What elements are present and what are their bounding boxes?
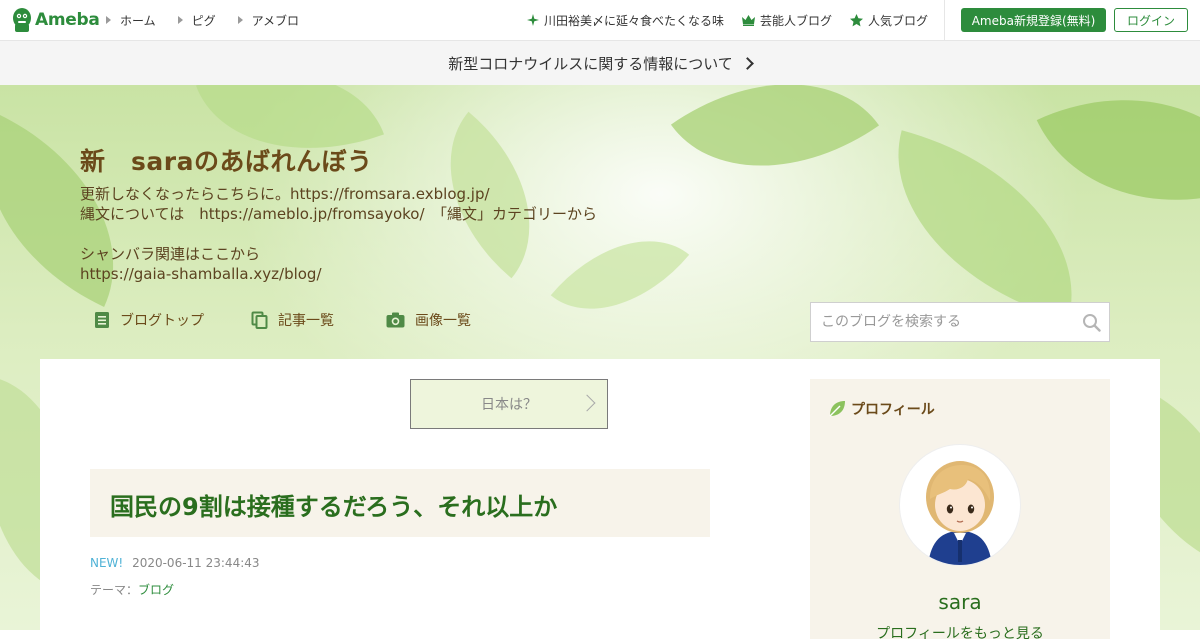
crown-icon [741,14,755,26]
chevron-right-icon [578,394,596,412]
login-button[interactable]: ログイン [1114,8,1188,32]
entry-date: 2020-06-11 23:44:43 [132,556,260,570]
register-button[interactable]: Ameba新規登録(無料) [961,8,1106,32]
description-line: 縄文については https://ameblo.jp/fromsayoko/ 「縄… [80,205,598,223]
description-line [80,224,597,244]
copy-icon [251,311,268,329]
description-line: 更新しなくなったらこちらに。https://fromsara.exblog.jp… [80,185,490,203]
notice-text: 新型コロナウイルスに関する情報について [448,54,733,73]
image-list-label: 画像一覧 [415,313,471,329]
new-badge: NEW! [90,556,124,570]
theme-button-label: 日本は？ [481,397,537,413]
entry-list-link[interactable]: 記事一覧 [251,310,334,330]
nav-pigg-label: ピグ [191,13,216,28]
blog-title[interactable]: 新 saraのあばれんぼう [80,142,372,178]
triangle-right-icon [106,16,111,24]
nav-ameblo-label: アメブロ [251,13,300,28]
document-icon [95,312,109,328]
popular-blog-link[interactable]: 人気ブログ [849,12,928,29]
entry-theme-prefix: テーマ： [90,583,139,597]
ameba-logo[interactable]: Ameba [12,6,100,34]
trending-label: 川田裕美〆に延々食べたくなる味 [543,13,724,28]
logo-text: Ameba [35,10,100,30]
celebrity-blog-link[interactable]: 芸能人ブログ [741,12,832,29]
profile-name[interactable]: sara [810,590,1110,614]
top-nav: ホーム ピグ アメブロ [106,0,321,40]
blog-description: 更新しなくなったらこちらに。https://fromsara.exblog.jp… [80,184,597,284]
entry-list-label: 記事一覧 [278,313,334,329]
nav-ameblo-link[interactable]: アメブロ [237,12,300,29]
avatar-illustration [926,461,994,565]
blog-nav: ブログトップ 記事一覧 画像一覧 [94,310,471,330]
blog-top-link[interactable]: ブログトップ [94,310,204,330]
search-input[interactable] [811,303,1081,341]
avatar[interactable] [900,445,1020,565]
entry-title-box: 国民の9割は接種するだろう、それ以上か [90,469,710,537]
main-content: 日本は？ 国民の9割は接種するだろう、それ以上か NEW! 2020-06-11… [40,359,1160,642]
description-line: https://gaia-shamballa.xyz/blog/ [80,265,322,283]
leaf-decoration [1036,85,1200,257]
entry-theme-link[interactable]: ブログ [138,583,174,597]
entry-meta: NEW! 2020-06-11 23:44:43 [90,556,260,570]
triangle-right-icon [177,16,183,24]
profile-more-link[interactable]: プロフィールをもっと見る [810,623,1110,643]
description-line: シャンバラ関連はここから [80,245,261,263]
leaf-decoration [670,85,880,223]
camera-icon [386,312,405,328]
covid-notice-link[interactable]: 新型コロナウイルスに関する情報について [0,41,1200,85]
profile-heading-label: プロフィール [851,402,935,418]
nav-home-link[interactable]: ホーム [106,12,156,29]
ameba-mascot-icon [13,8,31,32]
profile-widget: プロフィール sara プロフィールをもっと見る [810,379,1110,642]
image-list-link[interactable]: 画像一覧 [386,310,471,330]
popular-blog-label: 人気ブログ [867,13,928,28]
blog-top-label: ブログトップ [120,313,204,329]
nav-home-label: ホーム [120,13,156,28]
leaf-icon [829,401,845,417]
entry-title[interactable]: 国民の9割は接種するだろう、それ以上か [110,487,557,522]
theme-button[interactable]: 日本は？ [410,379,608,429]
top-bar: Ameba ホーム ピグ アメブロ 川田裕美〆に延々食べたくなる味 芸能人ブログ… [0,0,1200,41]
chevron-right-icon [740,57,754,70]
blog-search [810,302,1110,342]
star-icon [849,13,863,26]
sparkle-icon [526,14,539,26]
divider [944,0,945,40]
entry-theme: テーマ：ブログ [90,581,174,598]
top-links: 川田裕美〆に延々食べたくなる味 芸能人ブログ 人気ブログ [509,0,928,40]
celebrity-blog-label: 芸能人ブログ [759,13,832,28]
nav-pigg-link[interactable]: ピグ [177,12,216,29]
trending-link[interactable]: 川田裕美〆に延々食べたくなる味 [526,12,724,29]
profile-heading: プロフィール [828,399,935,419]
search-icon[interactable] [1082,313,1101,332]
triangle-right-icon [237,16,243,24]
